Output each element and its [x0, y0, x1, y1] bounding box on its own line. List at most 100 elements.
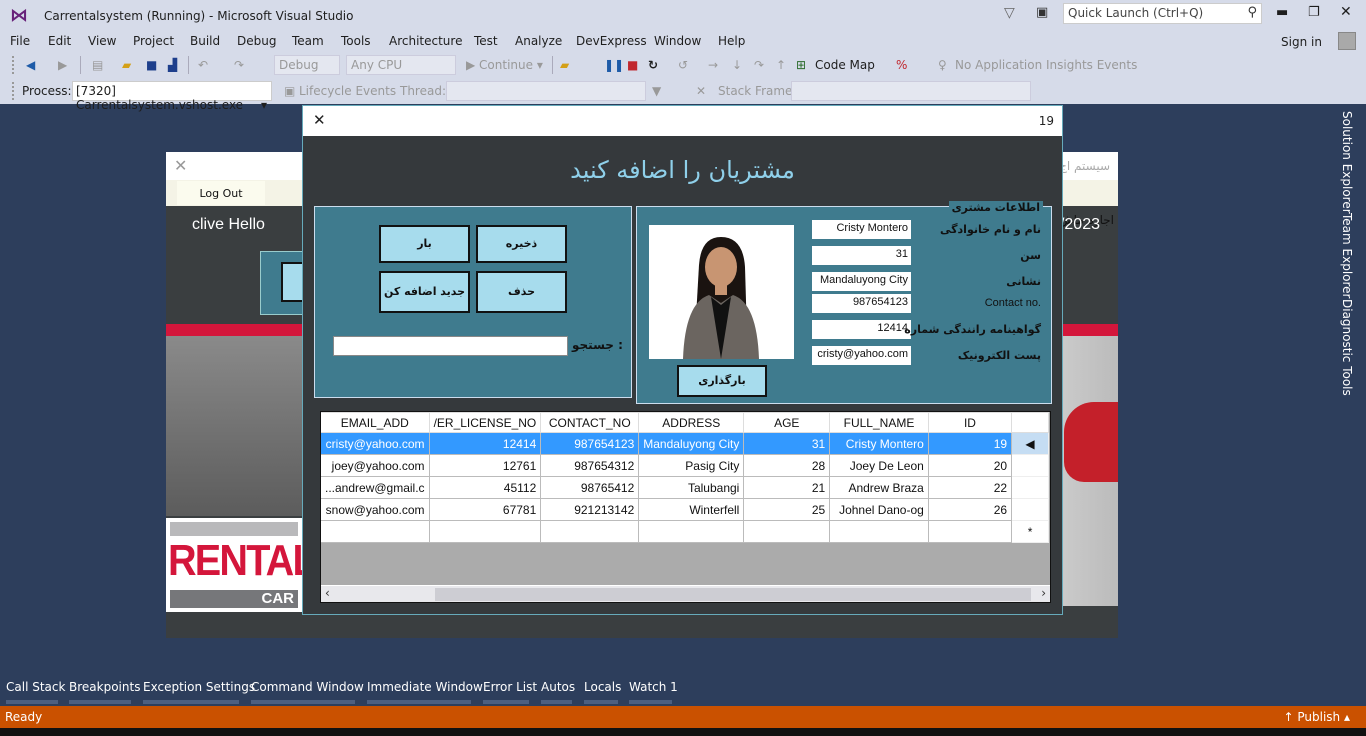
cell-license[interactable]: 12414 [428, 432, 542, 455]
cell-contact[interactable]: 98765412 [540, 476, 640, 499]
tab-diagnostic-tools[interactable]: Diagnostic Tools [1340, 299, 1354, 396]
close-icon[interactable]: ✕ [174, 156, 187, 175]
tab-error-list[interactable]: Error List [483, 680, 537, 694]
save-icon[interactable]: ■ [146, 58, 157, 72]
row-header[interactable] [1011, 454, 1049, 477]
redo-icon[interactable]: ↷ [234, 58, 244, 72]
cell-license[interactable]: 12761 [428, 454, 542, 477]
cell-contact[interactable]: 921213142 [540, 498, 640, 521]
cell-full-name[interactable]: Joey De Leon [829, 454, 929, 477]
tab-watch-1[interactable]: Watch 1 [629, 680, 678, 694]
save-button[interactable]: ذخیره [476, 225, 567, 263]
column-header-contact[interactable]: CONTACT_NO [540, 412, 640, 433]
step-back-icon[interactable]: ↑ [776, 58, 786, 72]
cell-email[interactable]: joey@yahoo.com [321, 454, 430, 477]
cell-id[interactable]: 26 [927, 498, 1013, 521]
menu-help[interactable]: Help [718, 34, 745, 48]
insights-dropdown[interactable]: No Application Insights Events [955, 58, 1137, 72]
tab-immediate-window[interactable]: Immediate Window [367, 680, 483, 694]
code-map-button[interactable]: Code Map [815, 58, 875, 72]
solution-platform-dropdown[interactable]: Any CPU [346, 55, 456, 75]
row-header[interactable] [1011, 498, 1049, 521]
new-cell[interactable] [927, 520, 1013, 543]
notification-filter-icon[interactable]: ▽ [1004, 5, 1015, 21]
new-row-indicator-icon[interactable]: * [1011, 520, 1049, 543]
continue-button[interactable]: ▶ Continue ▾ [466, 58, 543, 72]
quick-launch-input[interactable]: Quick Launch (Ctrl+Q) ⚲ [1063, 3, 1262, 24]
menu-window[interactable]: Window [654, 34, 701, 48]
dialog-close-button[interactable]: ✕ [313, 111, 326, 129]
process-dropdown[interactable]: [7320] Carrentalsystem.vshost.exe ▾ [72, 81, 272, 112]
cell-address[interactable]: Mandaluyong City [638, 432, 745, 455]
tab-team-explorer[interactable]: Team Explorer [1340, 213, 1354, 299]
menu-analyze[interactable]: Analyze [515, 34, 562, 48]
tab-solution-explorer[interactable]: Solution Explorer [1340, 111, 1354, 214]
menu-architecture[interactable]: Architecture [389, 34, 462, 48]
logout-button[interactable]: Log Out [177, 181, 265, 205]
column-header-email[interactable]: EMAIL_ADD [321, 412, 430, 433]
cell-address[interactable]: Talubangi [638, 476, 745, 499]
solution-config-dropdown[interactable]: Debug [274, 55, 340, 75]
cell-id[interactable]: 20 [927, 454, 1013, 477]
menu-file[interactable]: File [10, 34, 30, 48]
step-out-icon[interactable]: ↷ [754, 58, 764, 72]
menu-build[interactable]: Build [190, 34, 220, 48]
cell-age[interactable]: 28 [743, 454, 831, 477]
tab-exception-settings[interactable]: Exception Settings [143, 680, 255, 694]
cell-license[interactable]: 67781 [428, 498, 542, 521]
table-row[interactable]: ...andrew@gmail.c 45112 98765412 Taluban… [321, 476, 1049, 499]
add-new-button[interactable]: جدید اضافه کن [379, 271, 470, 313]
cell-email[interactable]: cristy@yahoo.com [321, 432, 430, 455]
table-row[interactable]: cristy@yahoo.com 12414 987654123 Mandalu… [321, 432, 1049, 455]
toolbar-grip[interactable] [12, 56, 15, 74]
cell-id[interactable]: 19 [927, 432, 1013, 455]
cell-age[interactable]: 25 [743, 498, 831, 521]
restart-icon[interactable]: ↻ [648, 58, 658, 72]
stack-frame-dropdown[interactable] [791, 81, 1031, 101]
new-row[interactable]: * [321, 520, 1049, 543]
address-field[interactable]: Mandaluyong City [812, 272, 911, 291]
tab-call-stack[interactable]: Call Stack [6, 680, 65, 694]
lifecycle-events-dropdown[interactable]: Lifecycle Events [299, 84, 396, 98]
cell-age[interactable]: 31 [743, 432, 831, 455]
new-cell[interactable] [321, 520, 430, 543]
new-cell[interactable] [743, 520, 831, 543]
new-project-icon[interactable]: ▤ [92, 58, 103, 72]
menu-devexpress[interactable]: DevExpress [576, 34, 647, 48]
cell-contact[interactable]: 987654123 [540, 432, 640, 455]
show-next-statement-icon[interactable]: ↺ [678, 58, 688, 72]
break-all-icon[interactable]: ❚❚ [604, 58, 624, 72]
cell-license[interactable]: 45112 [428, 476, 542, 499]
current-row-indicator-icon[interactable]: ◀ [1011, 432, 1049, 455]
menu-edit[interactable]: Edit [48, 34, 71, 48]
step-over-icon[interactable]: ↓ [732, 58, 742, 72]
full-name-field[interactable]: Cristy Montero [812, 220, 911, 239]
column-header-age[interactable]: AGE [743, 412, 831, 433]
cell-id[interactable]: 22 [927, 476, 1013, 499]
cell-email[interactable]: snow@yahoo.com [321, 498, 430, 521]
new-cell[interactable] [428, 520, 542, 543]
tab-locals[interactable]: Locals [584, 680, 621, 694]
contact-no-field[interactable]: 987654123 [812, 294, 911, 313]
new-cell[interactable] [540, 520, 640, 543]
table-row[interactable]: joey@yahoo.com 12761 987654312 Pasig Cit… [321, 454, 1049, 477]
cell-full-name[interactable]: Johnel Dano-og [829, 498, 929, 521]
menu-team[interactable]: Team [292, 34, 324, 48]
exceptions-icon[interactable]: % [896, 58, 907, 72]
horizontal-scrollbar[interactable]: ‹ › [321, 585, 1050, 602]
cell-age[interactable]: 21 [743, 476, 831, 499]
thread-dropdown[interactable] [446, 81, 646, 101]
table-row[interactable]: snow@yahoo.com 67781 921213142 Winterfel… [321, 498, 1049, 521]
column-header-address[interactable]: ADDRESS [638, 412, 745, 433]
close-button[interactable]: ✕ [1340, 4, 1352, 20]
toolbar-grip[interactable] [12, 82, 15, 100]
step-into-icon[interactable]: → [708, 58, 718, 72]
menu-debug[interactable]: Debug [237, 34, 276, 48]
row-header[interactable] [1011, 476, 1049, 499]
restore-button[interactable]: ❐ [1308, 5, 1320, 20]
navigate-back-icon[interactable]: ◀ [26, 58, 35, 72]
column-header-full-name[interactable]: FULL_NAME [829, 412, 929, 433]
cell-full-name[interactable]: Andrew Braza [829, 476, 929, 499]
account-avatar[interactable] [1338, 32, 1356, 50]
menu-tools[interactable]: Tools [341, 34, 371, 48]
